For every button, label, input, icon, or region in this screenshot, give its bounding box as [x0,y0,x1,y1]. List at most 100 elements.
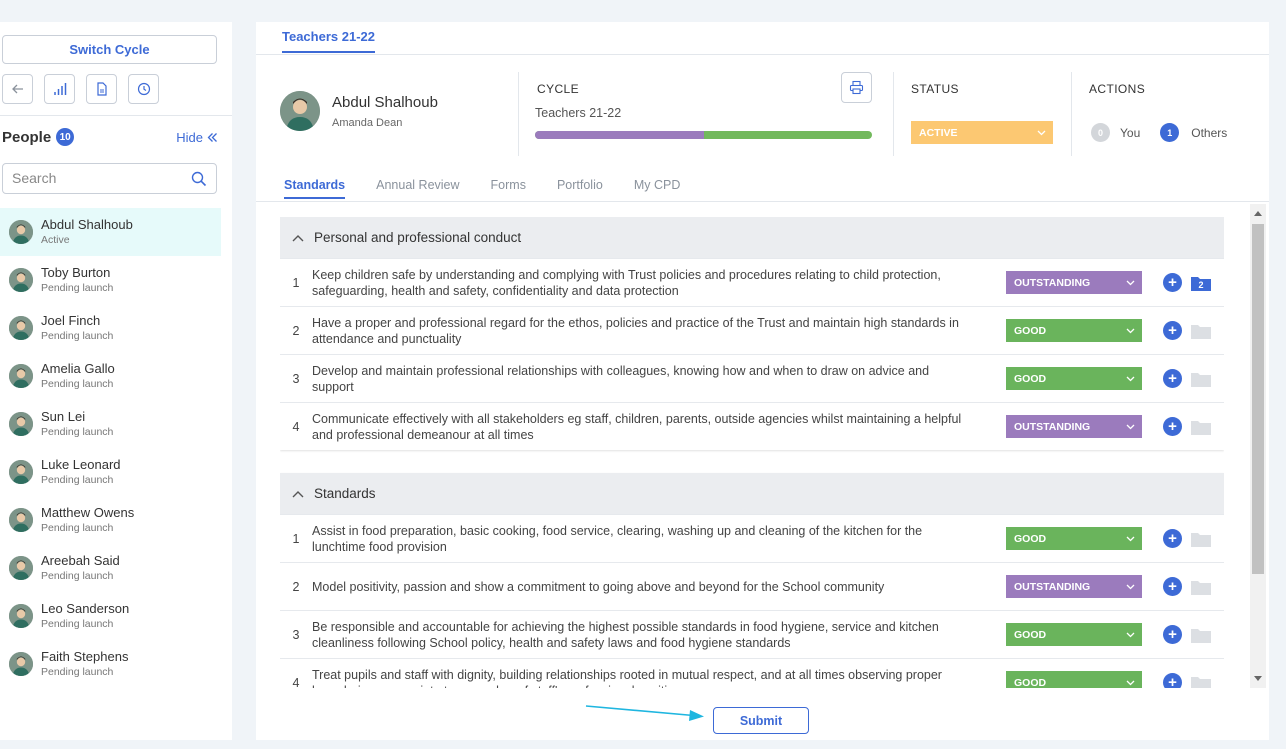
switch-cycle-button[interactable]: Switch Cycle [2,35,217,64]
hide-label: Hide [176,129,203,145]
print-button[interactable] [841,72,872,103]
rating-dropdown[interactable]: GOOD [1006,527,1142,550]
person-name: Matthew Owens [41,504,135,520]
person-text: Toby Burton Pending launch [41,265,113,296]
printer-icon [849,80,864,95]
rating-dropdown[interactable]: OUTSTANDING [1006,575,1142,598]
avatar [9,316,33,340]
folder-count: 2 [1198,280,1203,290]
avatar-icon [9,268,33,292]
rating-dropdown[interactable]: GOOD [1006,671,1142,688]
hide-sidebar-link[interactable]: Hide [176,130,218,145]
search-field[interactable] [2,163,217,194]
person-name: Leo Sanderson [41,600,130,616]
add-evidence-button[interactable]: + [1163,673,1182,688]
people-list: Abdul Shalhoub Active Toby Burton Pending l… [0,208,221,688]
person-name: Sun Lei [41,408,86,424]
avatar [9,412,33,436]
folder-icon[interactable] [1191,627,1211,643]
person-text: Areebah Said Pending launch [41,553,120,584]
avatar [9,508,33,532]
sidebar-toolbar [2,74,159,104]
rating-dropdown[interactable]: GOOD [1006,623,1142,646]
divider [518,72,519,156]
avatar [9,268,33,292]
add-evidence-button[interactable]: + [1163,625,1182,644]
list-item[interactable]: Sun Lei Pending launch [0,400,221,448]
tab-my-cpd[interactable]: My CPD [634,178,681,199]
scrollbar[interactable] [1250,204,1266,688]
document-button[interactable] [86,74,117,104]
rating-dropdown[interactable]: GOOD [1006,319,1142,342]
list-item[interactable]: Joel Finch Pending launch [0,304,221,352]
person-text: Faith Stephens Pending launch [41,649,128,680]
add-evidence-button[interactable]: + [1163,273,1182,292]
folder-icon[interactable]: 2 [1191,275,1211,291]
tab-standards[interactable]: Standards [284,178,346,199]
person-text: Abdul Shalhoub Active [41,217,133,248]
rating-dropdown[interactable]: GOOD [1006,367,1142,390]
cycle-progress-fill [535,131,704,139]
rating-dropdown[interactable]: OUTSTANDING [1006,415,1142,438]
row-text: Be responsible and accountable for achie… [312,619,939,650]
tab-annual-review[interactable]: Annual Review [376,178,459,199]
person-status: Pending launch [41,281,114,294]
rating-dropdown[interactable]: OUTSTANDING [1006,271,1142,294]
search-input[interactable] [12,170,182,186]
add-evidence-button[interactable]: + [1163,529,1182,548]
status-dropdown[interactable]: ACTIVE [911,121,1053,144]
history-button[interactable] [128,74,159,104]
person-text: Sun Lei Pending launch [41,409,113,440]
list-item[interactable]: Faith Stephens Pending launch [0,640,221,688]
folder-icon[interactable] [1191,323,1211,339]
add-evidence-button[interactable]: + [1163,417,1182,436]
chevron-up-icon[interactable] [292,490,304,498]
rating-value: GOOD [1014,676,1047,689]
row-number: 3 [292,371,300,386]
person-text: Joel Finch Pending launch [41,313,113,344]
add-evidence-button[interactable]: + [1163,577,1182,596]
divider [0,115,232,116]
list-item[interactable]: Matthew Owens Pending launch [0,496,221,544]
folder-icon[interactable] [1191,579,1211,595]
list-item[interactable]: Luke Leonard Pending launch [0,448,221,496]
avatar [9,652,33,676]
chart-button[interactable] [44,74,75,104]
table-row: 3 Be responsible and accountable for achi… [280,610,1224,658]
list-item[interactable]: Leo Sanderson Pending launch [0,592,221,640]
person-name: Abdul Shalhoub [41,216,133,232]
others-label: Others [1191,125,1228,140]
person-name: Toby Burton [41,264,111,280]
document-icon [96,82,107,96]
section-header[interactable]: Personal and professional conduct [280,217,1224,258]
scroll-up-arrow[interactable] [1254,211,1262,216]
back-button[interactable] [2,74,33,104]
list-item[interactable]: Areebah Said Pending launch [0,544,221,592]
status-value: ACTIVE [919,126,958,139]
row-number: 4 [292,675,300,689]
section-header[interactable]: Standards [280,473,1224,514]
plus-icon: + [1168,370,1177,387]
avatar-icon [280,91,320,131]
avatar-icon [9,556,33,580]
folder-icon[interactable] [1191,371,1211,387]
search-icon[interactable] [191,171,207,187]
submit-button[interactable]: Submit [713,707,809,734]
add-evidence-button[interactable]: + [1163,321,1182,340]
section-title: Standards [314,486,376,501]
chevron-down-icon [1126,632,1135,637]
list-item[interactable]: Amelia Gallo Pending launch [0,352,221,400]
tab-portfolio[interactable]: Portfolio [557,178,603,199]
scroll-thumb[interactable] [1252,224,1264,574]
list-item[interactable]: Abdul Shalhoub Active [0,208,221,256]
folder-icon[interactable] [1191,675,1211,688]
chevron-up-icon[interactable] [292,234,304,242]
tab-teachers-cycle[interactable]: Teachers 21-22 [282,29,375,53]
scroll-down-arrow[interactable] [1254,676,1262,681]
person-status: Pending launch [41,569,114,582]
folder-icon[interactable] [1191,419,1211,435]
folder-icon[interactable] [1191,531,1211,547]
add-evidence-button[interactable]: + [1163,369,1182,388]
tab-forms[interactable]: Forms [491,178,526,199]
list-item[interactable]: Toby Burton Pending launch [0,256,221,304]
